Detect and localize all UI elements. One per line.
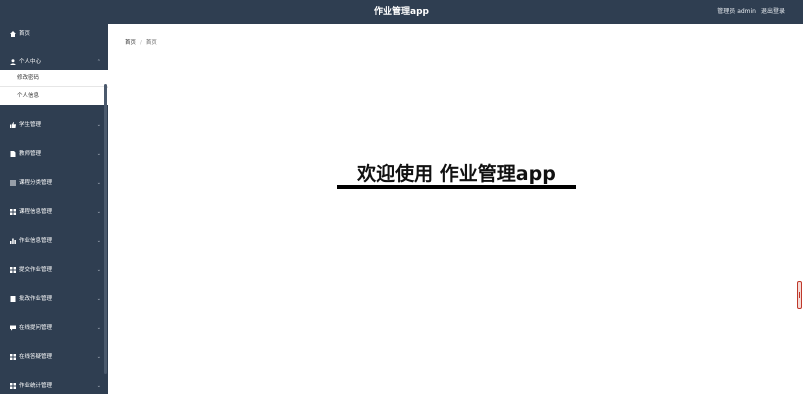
chevron-down-icon: ⌄ xyxy=(96,180,101,186)
welcome-underline xyxy=(337,185,576,189)
breadcrumb-current: 首页 xyxy=(145,40,157,46)
logout-button[interactable]: 退出登录 xyxy=(761,0,785,24)
chevron-down-icon: ⌄ xyxy=(96,354,101,360)
sidebar-item-label: 首页 xyxy=(19,31,31,37)
chat-icon xyxy=(10,320,16,336)
app-title: 作业管理app xyxy=(374,7,429,17)
chevron-down-icon: ⌄ xyxy=(96,151,101,157)
sidebar-item-personal[interactable]: 个人中心 ⌃ xyxy=(0,54,108,70)
chevron-down-icon: ⌄ xyxy=(96,267,101,273)
chevron-down-icon: ⌄ xyxy=(96,383,101,389)
sidebar-item-label: 作业信息管理 xyxy=(19,238,53,244)
home-icon xyxy=(10,26,16,42)
grid-icon xyxy=(10,349,16,365)
sidebar-item-homework-info[interactable]: 作业信息管理 ⌄ xyxy=(0,233,108,249)
breadcrumb-root[interactable]: 首页 xyxy=(125,40,136,46)
sidebar-item-home[interactable]: 首页 xyxy=(0,26,108,42)
sidebar-item-label: 在线答疑管理 xyxy=(19,354,53,360)
submenu-item-profile[interactable]: 个人信息 xyxy=(0,88,108,105)
sidebar-item-label: 作业统计管理 xyxy=(19,383,53,389)
sidebar-item-submit-homework[interactable]: 提交作业管理 ⌄ xyxy=(0,262,108,278)
file-icon xyxy=(10,291,16,307)
sidebar-item-label: 课程信息管理 xyxy=(19,209,53,215)
chevron-down-icon: ⌄ xyxy=(96,209,101,215)
grid-icon xyxy=(10,204,16,220)
chevron-down-icon: ⌄ xyxy=(96,296,101,302)
sidebar-item-grade-homework[interactable]: 批改作业管理 ⌄ xyxy=(0,291,108,307)
main-content: 首页 / 首页 欢迎使用 作业管理app xyxy=(108,24,803,394)
grid-icon xyxy=(10,262,16,278)
sidebar-item-course-category[interactable]: 课程分类管理 ⌄ xyxy=(0,175,108,191)
sidebar-item-teachers[interactable]: 教师管理 ⌄ xyxy=(0,146,108,162)
sidebar-item-label: 课程分类管理 xyxy=(19,180,53,186)
list-icon xyxy=(10,175,16,191)
chevron-down-icon: ⌄ xyxy=(96,122,101,128)
sidebar-item-students[interactable]: 学生管理 ⌄ xyxy=(0,117,108,133)
breadcrumb-separator: / xyxy=(140,40,142,46)
sidebar-item-label: 批改作业管理 xyxy=(19,296,53,302)
top-bar: 作业管理app 管理员 admin 退出登录 xyxy=(0,0,803,24)
sidebar-item-label: 提交作业管理 xyxy=(19,267,53,273)
chevron-up-icon: ⌃ xyxy=(96,59,101,65)
sidebar-item-course-info[interactable]: 课程信息管理 ⌄ xyxy=(0,204,108,220)
sidebar-item-label: 个人中心 xyxy=(19,59,42,65)
sidebar-item-online-answers[interactable]: 在线答疑管理 ⌄ xyxy=(0,349,108,365)
chevron-down-icon: ⌄ xyxy=(96,238,101,244)
welcome-heading: 欢迎使用 作业管理app xyxy=(357,163,556,185)
user-icon xyxy=(10,54,16,70)
sidebar-scrollbar[interactable] xyxy=(104,84,107,374)
submenu-item-change-password[interactable]: 修改密码 xyxy=(0,70,108,87)
chevron-down-icon: ⌄ xyxy=(96,325,101,331)
sidebar-item-label: 学生管理 xyxy=(19,122,42,128)
sidebar-item-label: 在线提问管理 xyxy=(19,325,53,331)
sidebar: 首页 个人中心 ⌃ 修改密码 个人信息 学生管理 ⌄ 教师管理 ⌄ 课程分类管理… xyxy=(0,24,108,394)
sidebar-item-label: 教师管理 xyxy=(19,151,42,157)
bar-chart-icon xyxy=(10,233,16,249)
file-icon xyxy=(10,146,16,162)
grid-icon xyxy=(10,378,16,394)
page-scrollbar-thumb[interactable] xyxy=(797,281,802,309)
breadcrumb: 首页 / 首页 xyxy=(125,38,157,46)
thumb-icon xyxy=(10,117,16,133)
sidebar-item-homework-stats[interactable]: 作业统计管理 ⌄ xyxy=(0,378,108,394)
current-user: 管理员 admin xyxy=(717,8,756,15)
sidebar-item-online-questions[interactable]: 在线提问管理 ⌄ xyxy=(0,320,108,336)
